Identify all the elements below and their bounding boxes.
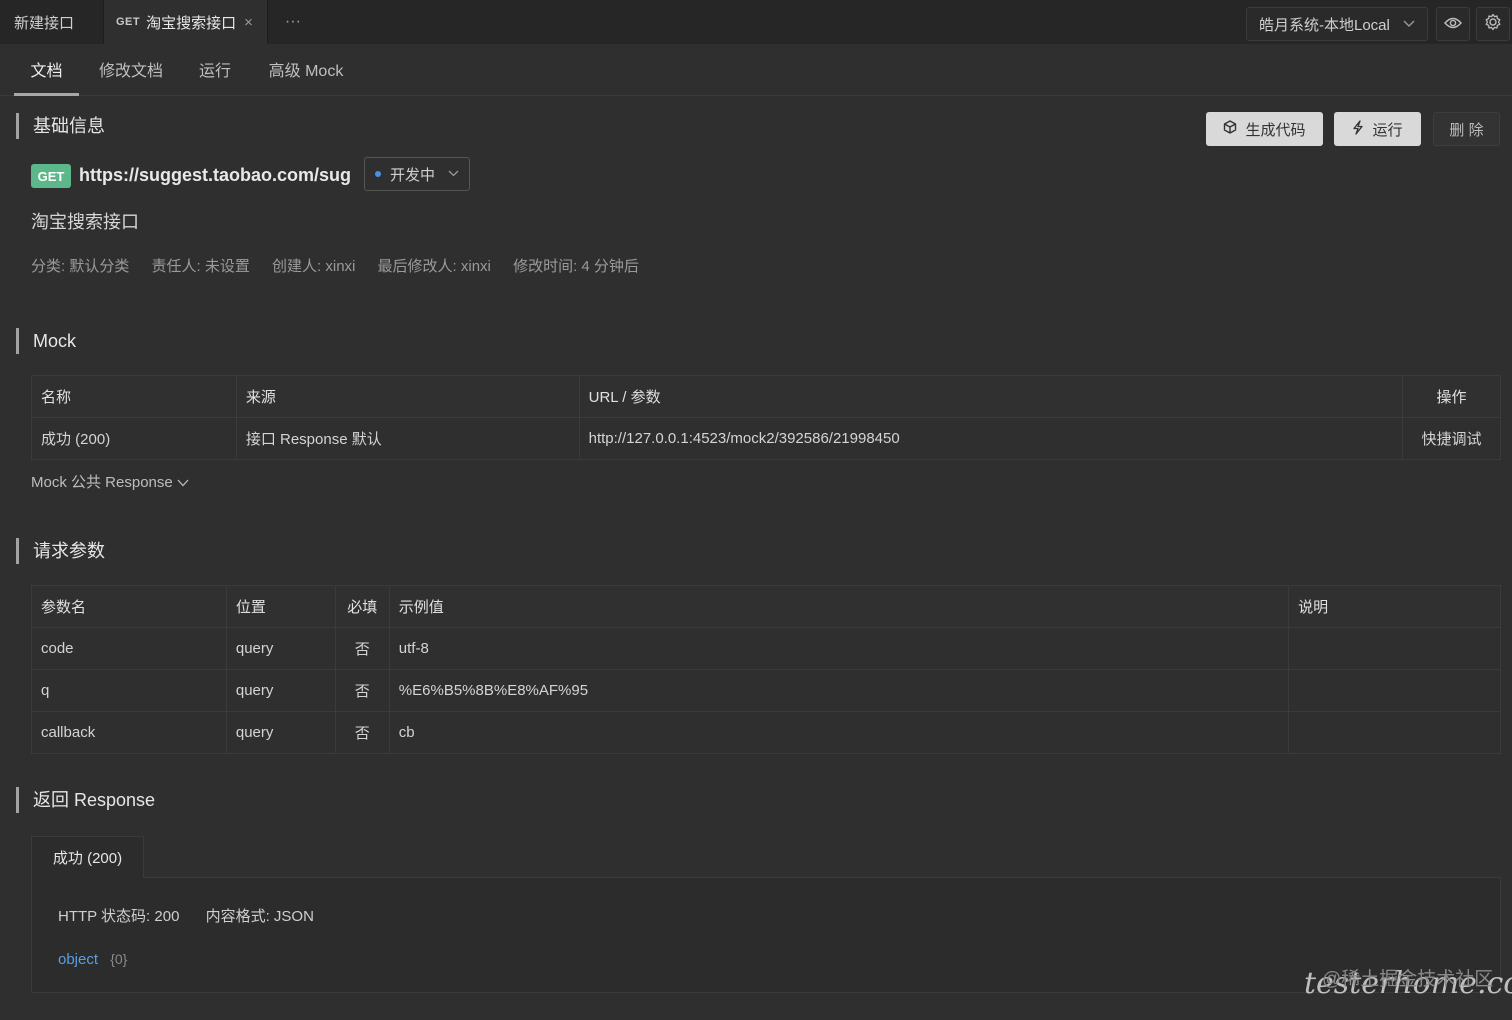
- column-header: 名称: [31, 375, 237, 418]
- param-example: utf-8: [388, 627, 1290, 670]
- meta-category: 分类: 默认分类: [31, 258, 130, 275]
- section-request-params: 请求参数: [16, 538, 105, 564]
- param-name: code: [31, 627, 227, 670]
- gear-icon: [1484, 13, 1502, 35]
- column-header: 必填: [334, 585, 390, 628]
- param-required: 否: [334, 669, 390, 712]
- cube-icon: [1223, 120, 1245, 138]
- mock-name: 成功 (200): [31, 417, 237, 460]
- generate-code-button[interactable]: 生成代码: [1206, 112, 1323, 146]
- eye-icon: [1444, 16, 1462, 33]
- param-location: query: [225, 669, 336, 712]
- mock-url[interactable]: http://127.0.0.1:4523/mock2/392586/21998…: [578, 417, 1404, 460]
- meta-creator: 创建人: xinxi: [272, 258, 356, 275]
- table-row: code query 否 utf-8: [31, 627, 1501, 670]
- mock-public-response-toggle[interactable]: Mock 公共 Response: [31, 472, 189, 494]
- section-mock: Mock: [16, 328, 76, 354]
- param-example: cb: [388, 711, 1290, 754]
- response-status-code: HTTP 状态码: 200: [58, 908, 180, 925]
- tab-new-api[interactable]: 新建接口: [0, 0, 104, 44]
- lightning-icon: [1352, 119, 1372, 139]
- request-params-table: 参数名 位置 必填 示例值 说明 code query 否 utf-8 q qu…: [31, 585, 1501, 754]
- meta-modified-time: 修改时间: 4 分钟后: [513, 258, 639, 275]
- tab-taobao-search[interactable]: GET 淘宝搜索接口 ×: [104, 0, 268, 44]
- tab-run[interactable]: 运行: [192, 44, 238, 96]
- response-content-type: 内容格式: JSON: [205, 908, 314, 925]
- param-description: [1288, 669, 1501, 712]
- mock-source: 接口 Response 默认: [235, 417, 580, 460]
- section-response: 返回 Response: [16, 787, 155, 813]
- param-example: %E6%B5%8B%E8%AF%95: [388, 669, 1290, 712]
- column-header: 位置: [225, 585, 336, 628]
- status-select[interactable]: 开发中: [364, 157, 470, 191]
- run-label: 运行: [1372, 121, 1403, 139]
- environment-select[interactable]: 皓月系统-本地Local: [1246, 7, 1428, 41]
- response-schema: object {0}: [58, 948, 127, 971]
- status-dot: [375, 171, 381, 177]
- response-meta: HTTP 状态码: 200 内容格式: JSON: [58, 906, 336, 928]
- tab-edit-doc[interactable]: 修改文档: [94, 44, 168, 96]
- close-icon[interactable]: ×: [244, 14, 253, 31]
- mock-table: 名称 来源 URL / 参数 操作 成功 (200) 接口 Response 默…: [31, 375, 1501, 460]
- param-description: [1288, 627, 1501, 670]
- column-header: 示例值: [388, 585, 1290, 628]
- param-name: q: [31, 669, 227, 712]
- tab-advanced-mock[interactable]: 高级 Mock: [262, 44, 350, 96]
- param-description: [1288, 711, 1501, 754]
- tab-doc[interactable]: 文档: [14, 44, 79, 96]
- doc-subtabs: 文档 修改文档 运行 高级 Mock: [0, 44, 1512, 96]
- schema-count: {0}: [110, 951, 128, 967]
- table-header-row: 名称 来源 URL / 参数 操作: [31, 375, 1501, 418]
- param-required: 否: [334, 627, 390, 670]
- table-row: 成功 (200) 接口 Response 默认 http://127.0.0.1…: [31, 417, 1501, 460]
- method-badge: GET: [31, 164, 71, 188]
- settings-button[interactable]: [1476, 7, 1510, 41]
- run-button[interactable]: 运行: [1334, 112, 1421, 146]
- param-location: query: [225, 627, 336, 670]
- response-panel: [31, 877, 1501, 993]
- response-tab-success[interactable]: 成功 (200): [31, 836, 144, 878]
- column-header: 参数名: [31, 585, 227, 628]
- section-basic-info: 基础信息: [16, 113, 105, 139]
- tab-method: GET: [116, 16, 141, 28]
- param-name: callback: [31, 711, 227, 754]
- watermark-text: @稀土掘金技术社区: [1322, 969, 1494, 990]
- param-location: query: [225, 711, 336, 754]
- chevron-down-icon: [1403, 17, 1415, 31]
- api-url: https://suggest.taobao.com/sug: [79, 165, 352, 185]
- column-header: URL / 参数: [578, 375, 1404, 418]
- column-header: 操作: [1402, 375, 1501, 418]
- tab-label: 新建接口: [14, 14, 75, 32]
- quick-debug-link[interactable]: 快捷调试: [1402, 417, 1501, 460]
- table-header-row: 参数名 位置 必填 示例值 说明: [31, 585, 1501, 628]
- meta-owner: 责任人: 未设置: [151, 258, 250, 275]
- column-header: 说明: [1288, 585, 1501, 628]
- param-required: 否: [334, 711, 390, 754]
- table-row: q query 否 %E6%B5%8B%E8%AF%95: [31, 669, 1501, 712]
- delete-button[interactable]: 删 除: [1433, 112, 1500, 146]
- mock-public-label: Mock 公共 Response: [31, 474, 173, 491]
- generate-code-label: 生成代码: [1245, 121, 1306, 139]
- tab-label: 淘宝搜索接口: [146, 14, 237, 32]
- column-header: 来源: [235, 375, 580, 418]
- preview-button[interactable]: [1436, 7, 1470, 41]
- api-name: 淘宝搜索接口: [31, 212, 139, 232]
- chevron-down-icon: [448, 168, 459, 180]
- environment-value: 皓月系统-本地Local: [1259, 16, 1390, 34]
- status-value: 开发中: [390, 166, 436, 184]
- table-row: callback query 否 cb: [31, 711, 1501, 754]
- api-meta: 分类: 默认分类 责任人: 未设置 创建人: xinxi 最后修改人: xinx…: [31, 256, 657, 278]
- schema-type[interactable]: object: [58, 951, 98, 968]
- chevron-down-icon: [177, 474, 189, 491]
- more-tabs-button[interactable]: ···: [268, 0, 318, 44]
- meta-modifier: 最后修改人: xinxi: [377, 258, 491, 275]
